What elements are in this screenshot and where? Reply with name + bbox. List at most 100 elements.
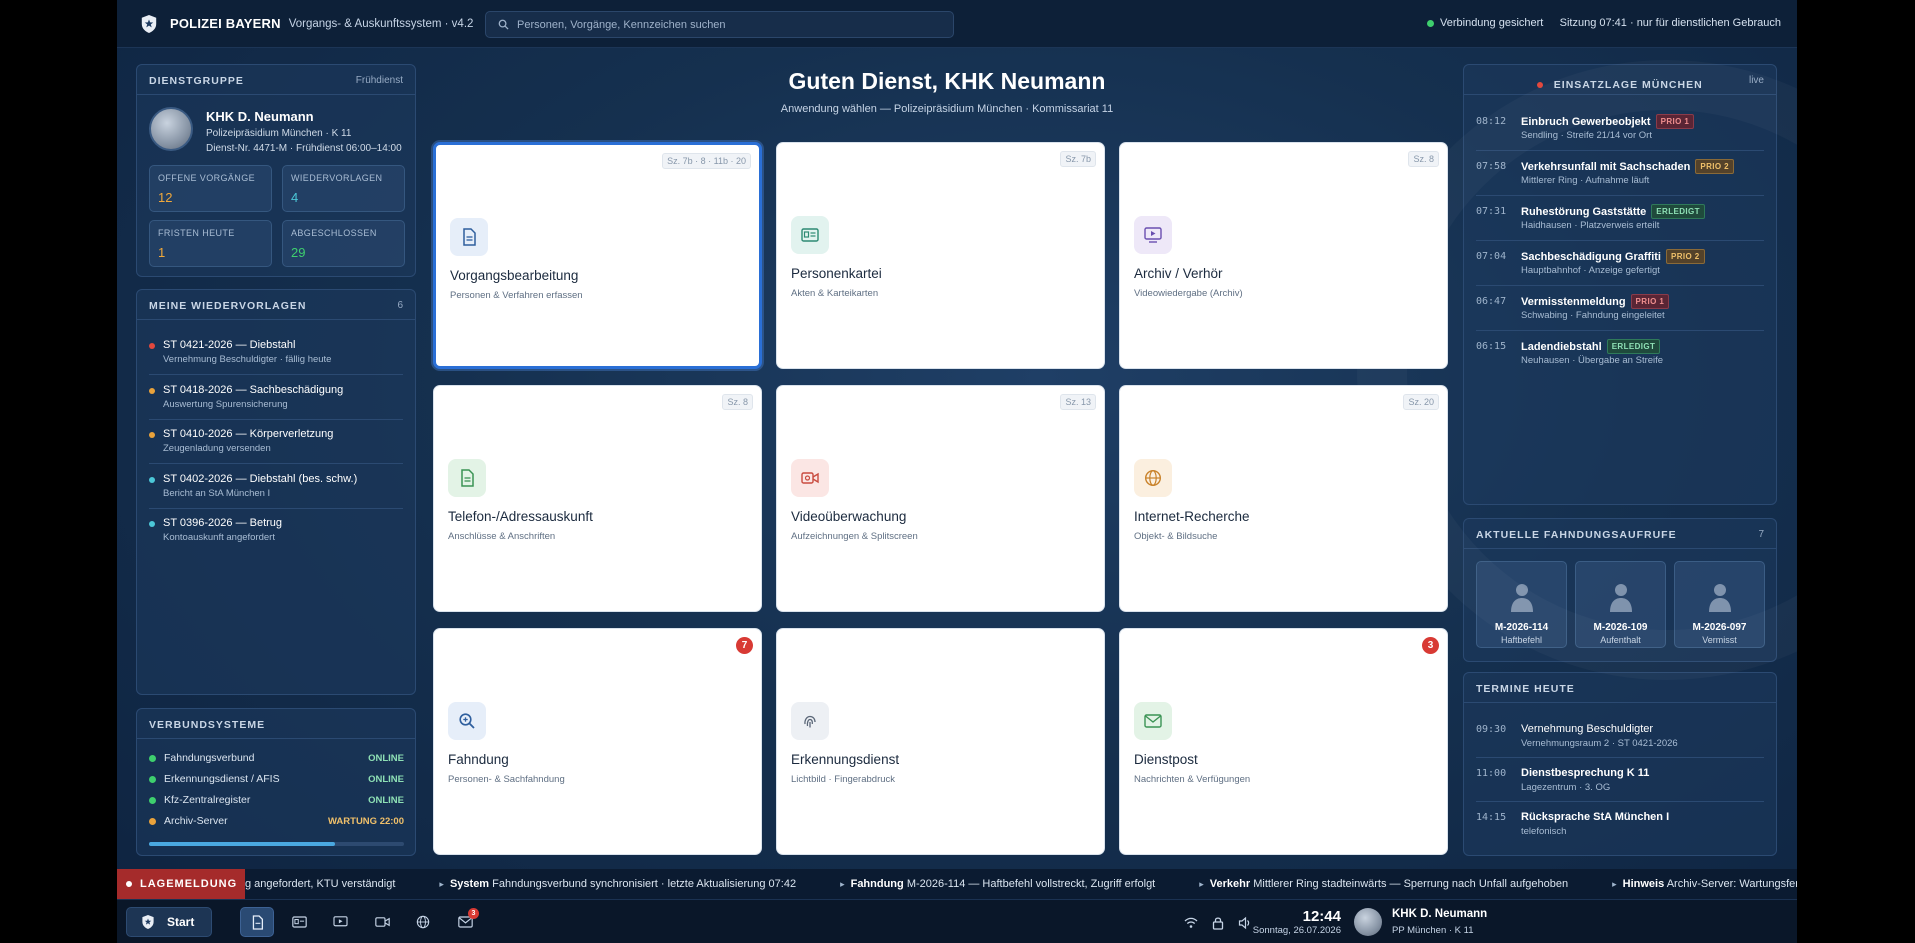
stat-open-cases[interactable]: OFFENE VORGÄNGE 12 bbox=[149, 165, 272, 212]
live-label: live bbox=[1748, 75, 1764, 86]
card-subtitle: Nachrichten & Verfügungen bbox=[1134, 774, 1251, 785]
search-input[interactable] bbox=[517, 18, 953, 31]
stat-value: 1 bbox=[158, 245, 166, 260]
card-title: Archiv / Verhör bbox=[1134, 266, 1223, 281]
priority-badge: PRIO 2 bbox=[1695, 159, 1734, 174]
count-label: 7 bbox=[1758, 529, 1764, 540]
wanted-card[interactable]: M-2026-114 Haftbefehl bbox=[1476, 561, 1567, 648]
card-title: Videoüberwachung bbox=[791, 509, 907, 524]
system-status-row: Erkennungsdienst / AFIS ONLINE bbox=[149, 772, 404, 786]
app-card-dienstpost[interactable]: 3 Dienstpost Nachrichten & Verfügungen bbox=[1119, 628, 1448, 855]
brand-name: POLIZEI BAYERN bbox=[170, 16, 281, 31]
wanted-kind: Aufenthalt bbox=[1600, 635, 1641, 645]
system-status-row: Fahndungsverbund ONLINE bbox=[149, 751, 404, 765]
app-card-erkennungsdienst[interactable]: Erkennungsdienst Lichtbild · Fingerabdru… bbox=[776, 628, 1105, 855]
news-ticker: LAGEMELDUNG g angefordert, KTU verständi… bbox=[117, 869, 1797, 899]
card-subtitle: Personen & Verfahren erfassen bbox=[450, 290, 583, 301]
wanted-id: M-2026-109 bbox=[1593, 622, 1648, 633]
resubmission-item[interactable]: ST 0410-2026 — Körperverletzung Zeugenla… bbox=[149, 428, 404, 454]
stat-deadlines-today[interactable]: FRISTEN HEUTE 1 bbox=[149, 220, 272, 267]
resubmission-item[interactable]: ST 0418-2026 — Sachbeschädigung Auswertu… bbox=[149, 384, 404, 410]
panel-title: EINSATZLAGE MÜNCHEN bbox=[1553, 79, 1703, 91]
panel-title: MEINE WIEDERVORLAGEN bbox=[149, 300, 307, 312]
globe-icon bbox=[416, 915, 430, 929]
page-subtitle: Anwendung wählen — Polizeipräsidium Münc… bbox=[780, 103, 1114, 115]
app-card-internet-recherche[interactable]: Sz. 20 Internet-Recherche Objekt- & Bild… bbox=[1119, 385, 1448, 612]
connection-label: Verbindung gesichert bbox=[1440, 17, 1544, 29]
card-subtitle: Personen- & Sachfahndung bbox=[448, 774, 565, 785]
stat-value: 12 bbox=[158, 190, 173, 205]
card-title: Erkennungsdienst bbox=[791, 752, 900, 767]
taskbar-internet-recherche[interactable] bbox=[406, 907, 440, 937]
panel-title: DIENSTGRUPPE bbox=[149, 75, 244, 87]
wanted-kind: Vermisst bbox=[1702, 635, 1737, 645]
card-subtitle: Videowiedergabe (Archiv) bbox=[1134, 288, 1243, 299]
wanted-id: M-2026-114 bbox=[1494, 622, 1549, 633]
page-title: Guten Dienst, KHK Neumann bbox=[788, 68, 1106, 94]
wanted-card[interactable]: M-2026-097 Vermisst bbox=[1674, 561, 1765, 648]
app-card-personenkartei[interactable]: Sz. 7b Personenkartei Akten & Karteikart… bbox=[776, 142, 1105, 369]
termine-panel: TERMINE HEUTE 09:30 Vernehmung Beschuldi… bbox=[1463, 672, 1777, 856]
top-bar: POLIZEI BAYERN Vorgangs- & Auskunftssyst… bbox=[117, 0, 1797, 48]
wiedervorlagen-panel: MEINE WIEDERVORLAGEN 6 ST 0421-2026 — Di… bbox=[136, 289, 416, 695]
ticker-item: ▸ System Fahndungsverbund synchronisiert … bbox=[439, 878, 797, 890]
verbundsysteme-panel: VERBUNDSYSTEME Fahndungsverbund ONLINE E… bbox=[136, 708, 416, 856]
scene-tag: Sz. 8 bbox=[722, 394, 753, 410]
priority-badge: PRIO 2 bbox=[1665, 249, 1705, 264]
user-name: KHK D. Neumann bbox=[206, 109, 314, 124]
card-subtitle: Aufzeichnungen & Splitscreen bbox=[791, 531, 918, 542]
mail-icon bbox=[1134, 702, 1172, 740]
chevron-right-icon: ▸ bbox=[840, 879, 845, 889]
clock-time[interactable]: 12:44 bbox=[1259, 908, 1341, 925]
stat-resubmissions[interactable]: WIEDERVORLAGEN 4 bbox=[282, 165, 405, 212]
police-star-icon bbox=[142, 915, 154, 929]
einsatzlage-panel: EINSATZLAGE MÜNCHEN live 08:12 Einbruch … bbox=[1463, 64, 1777, 505]
stat-closed[interactable]: ABGESCHLOSSEN 29 bbox=[282, 220, 405, 267]
wifi-icon[interactable] bbox=[1184, 916, 1198, 930]
ticker-item: ▸Hinweis Archiv-Server: Wartungsfenster bbox=[1612, 878, 1797, 890]
card-subtitle: Akten & Karteikarten bbox=[791, 288, 879, 299]
taskbar-dienstpost[interactable]: 3 bbox=[448, 907, 482, 937]
ticker-track: g angefordert, KTU verständigt ▸ System F… bbox=[245, 869, 1797, 899]
avatar[interactable] bbox=[1354, 908, 1382, 936]
user-shift: Dienst-Nr. 4471-M · Frühdienst 06:00–14:… bbox=[206, 143, 402, 154]
card-title: Telefon-/Adressauskunft bbox=[448, 509, 593, 524]
card-subtitle: Anschlüsse & Anschriften bbox=[448, 531, 556, 542]
video-play-icon bbox=[1134, 216, 1172, 254]
app-card-videoueberwachung[interactable]: Sz. 13 Videoüberwachung Aufzeichnungen &… bbox=[776, 385, 1105, 612]
app-card-vorgangsbearbeitung[interactable]: Sz. 7b · 8 · 11b · 20 Vorgangsbearbeitun… bbox=[433, 142, 762, 369]
taskbar-personenkartei[interactable] bbox=[282, 907, 316, 937]
card-title: Personenkartei bbox=[791, 266, 882, 281]
system-status: ONLINE bbox=[368, 773, 404, 785]
id-card-icon bbox=[791, 216, 829, 254]
card-subtitle: Lichtbild · Fingerabdruck bbox=[791, 774, 896, 785]
taskbar-vorgangsbearbeitung[interactable] bbox=[240, 907, 274, 937]
system-status: ONLINE bbox=[368, 794, 404, 806]
taskbar-videoueberwachung[interactable] bbox=[365, 907, 399, 937]
system-status-row: Kfz-Zentralregister ONLINE bbox=[149, 793, 404, 807]
stat-value: 4 bbox=[291, 190, 299, 205]
app-card-telefon-adressauskunft[interactable]: Sz. 8 Telefon-/Adressauskunft Anschlüsse… bbox=[433, 385, 762, 612]
status-badge: ERLEDIGT bbox=[1651, 204, 1705, 219]
status-badge: ERLEDIGT bbox=[1606, 339, 1661, 354]
search-box[interactable] bbox=[485, 11, 954, 38]
scene-tag: Sz. 13 bbox=[1060, 394, 1096, 410]
panel-title: AKTUELLE FAHNDUNGSAUFRUFE bbox=[1476, 529, 1677, 541]
scene-tag: Sz. 20 bbox=[1403, 394, 1439, 410]
camera-icon bbox=[791, 459, 829, 497]
taskbar-archiv[interactable] bbox=[323, 907, 357, 937]
app-card-fahndung[interactable]: 7 Fahndung Personen- & Sachfahndung bbox=[433, 628, 762, 855]
resubmission-item[interactable]: ST 0402-2026 — Diebstahl (bes. schw.) Be… bbox=[149, 473, 404, 499]
wanted-card[interactable]: M-2026-109 Aufenthalt bbox=[1575, 561, 1666, 648]
card-title: Vorgangsbearbeitung bbox=[450, 268, 579, 283]
resubmission-item[interactable]: ST 0421-2026 — Diebstahl Vernehmung Besc… bbox=[149, 339, 404, 365]
load-progress-fill bbox=[149, 842, 336, 846]
app-card-archiv-verhoer[interactable]: Sz. 8 Archiv / Verhör Videowiedergabe (A… bbox=[1119, 142, 1448, 369]
taskbar-user-name: KHK D. Neumann bbox=[1392, 908, 1488, 920]
start-button[interactable]: Start bbox=[126, 907, 212, 937]
user-unit: Polizeipräsidium München · K 11 bbox=[206, 128, 352, 139]
live-dot-icon bbox=[1537, 82, 1544, 88]
panel-title: TERMINE HEUTE bbox=[1476, 683, 1575, 695]
resubmission-item[interactable]: ST 0396-2026 — Betrug Kontoauskunft ange… bbox=[149, 517, 404, 543]
person-silhouette-icon bbox=[1511, 584, 1533, 612]
